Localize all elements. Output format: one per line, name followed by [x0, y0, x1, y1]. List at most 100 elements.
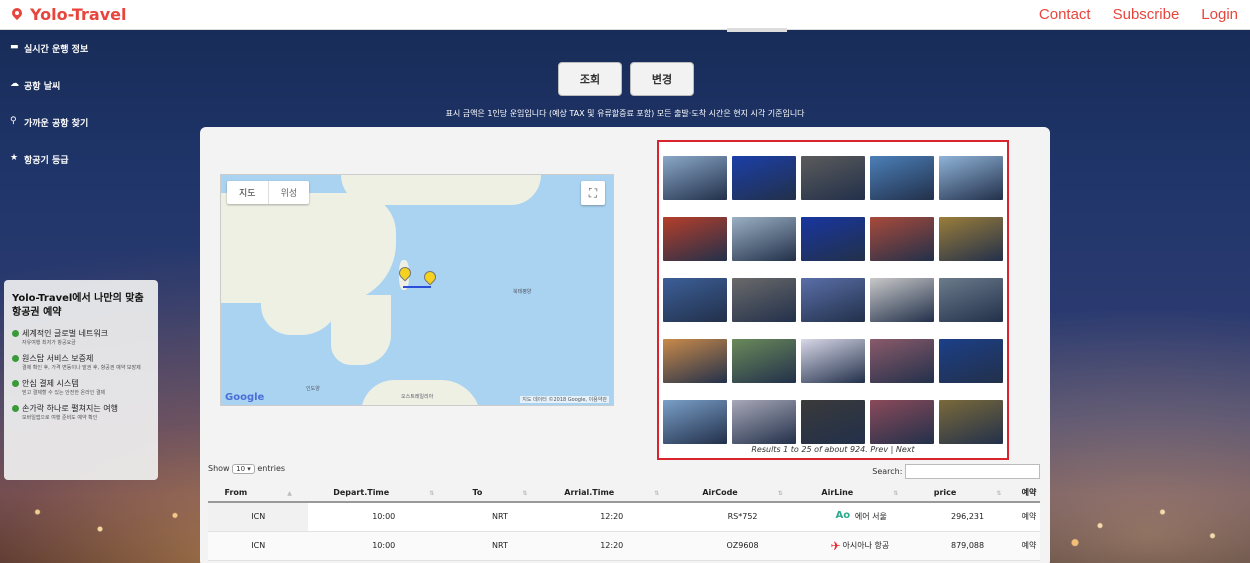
- airline-name: 아시아나 항공: [842, 541, 890, 550]
- search-input[interactable]: [905, 464, 1040, 479]
- promo-item-desc: 자유여행 최저가 항공요금: [22, 340, 76, 346]
- promo-item-desc: 모바일앱으로 여행 준비도 예약 확인: [22, 415, 98, 421]
- col-aircode[interactable]: AirCode ⇅: [682, 484, 803, 503]
- photo-thumbnail[interactable]: [870, 155, 934, 200]
- promo-item-title: 안심 결제 시스템: [22, 379, 79, 388]
- cell-arrive: 12:20: [540, 531, 683, 561]
- promo-item: 손가락 하나로 펼쳐지는 여행 모바일앱으로 여행 준비도 예약 확인: [12, 403, 150, 422]
- photo-thumbnail[interactable]: [663, 338, 727, 383]
- change-button[interactable]: 변경: [630, 62, 694, 96]
- table-row: ICN 10:00 NRT 12:20 OZ9608 ✈ 아시아나 항공 879,…: [208, 531, 1040, 561]
- cloud-icon: ☁: [10, 79, 19, 89]
- photo-thumbnail[interactable]: [870, 399, 934, 444]
- tab-satellite[interactable]: 위성: [267, 181, 310, 204]
- results-pagination[interactable]: Results 1 to 25 of about 924. Prev | Nex…: [659, 445, 1007, 454]
- cell-depart: 10:00: [308, 531, 460, 561]
- book-link[interactable]: 예약: [1017, 502, 1040, 532]
- photo-thumbnail[interactable]: [801, 338, 865, 383]
- photo-thumbnail[interactable]: [939, 338, 1003, 383]
- map-credit[interactable]: 지도 데이터 ©2018 Google, 이용약관: [520, 396, 609, 403]
- top-navbar: Yolo-Travel Contact Subscribe Login: [0, 0, 1250, 30]
- main-panel: 지도 위성 ⛶ 북태평양 인도양 오스트레일리아 Google 지도 데이터 ©…: [200, 127, 1050, 563]
- photo-thumbnail[interactable]: [870, 338, 934, 383]
- tab-map[interactable]: 지도: [227, 181, 268, 204]
- lookup-button[interactable]: 조회: [558, 62, 622, 96]
- photo-thumbnail[interactable]: [801, 277, 865, 322]
- photo-thumbnail[interactable]: [939, 216, 1003, 261]
- cell-aircode: OZ9608: [682, 531, 803, 561]
- side-menu-item-class[interactable]: ★ 항공기 등급: [10, 153, 190, 190]
- map-marker-icon[interactable]: [424, 271, 434, 284]
- col-label: Arrial.Time: [564, 488, 615, 497]
- check-icon: [12, 380, 19, 387]
- check-icon: [12, 355, 19, 362]
- promo-title: Yolo-Travel에서 나만의 맞춤 항공권 예약: [12, 293, 144, 318]
- map-land-southeast-asia: [331, 295, 391, 365]
- photo-thumbnail[interactable]: [801, 155, 865, 200]
- flight-map[interactable]: 지도 위성 ⛶ 북태평양 인도양 오스트레일리아 Google 지도 데이터 ©…: [220, 174, 614, 406]
- photo-thumbnail[interactable]: [801, 216, 865, 261]
- sort-icon: ⇅: [522, 490, 528, 497]
- brand-name: Yolo-Travel: [30, 5, 127, 24]
- cell-price: 879,088: [917, 531, 1018, 561]
- contact-link[interactable]: Contact: [1039, 6, 1091, 23]
- map-land-asia: [221, 193, 396, 303]
- map-pin-icon: [12, 8, 22, 22]
- brand-logo[interactable]: Yolo-Travel: [12, 5, 126, 24]
- photo-thumbnail[interactable]: [663, 216, 727, 261]
- map-land-india: [261, 295, 341, 335]
- map-type-tabs: 지도 위성: [227, 181, 310, 204]
- side-menu-item-live-flight[interactable]: ▬ 실시간 운행 정보: [10, 42, 190, 79]
- photo-thumbnail[interactable]: [663, 399, 727, 444]
- photo-thumbnail[interactable]: [732, 155, 796, 200]
- fullscreen-icon[interactable]: ⛶: [581, 181, 605, 205]
- col-from[interactable]: From ▲: [208, 484, 309, 503]
- subscribe-link[interactable]: Subscribe: [1113, 6, 1180, 23]
- promo-item-title: 세계적인 글로벌 네트워크: [22, 329, 109, 338]
- cell-to: NRT: [459, 531, 541, 561]
- photo-thumbnail[interactable]: [939, 277, 1003, 322]
- side-menu-label: 실시간 운행 정보: [24, 45, 89, 55]
- flight-table: From ▲ Depart.Time ⇅ To ⇅ Arrial.Time ⇅ AirC…: [208, 484, 1040, 561]
- photo-thumbnail[interactable]: [732, 399, 796, 444]
- asiana-logo-icon: ✈: [830, 538, 841, 553]
- photo-thumbnail[interactable]: [801, 399, 865, 444]
- promo-item-title: 손가락 하나로 펼쳐지는 여행: [22, 404, 118, 413]
- photo-thumbnail[interactable]: [870, 277, 934, 322]
- col-price[interactable]: price ⇅: [917, 484, 1018, 503]
- entries-label: entries: [257, 464, 286, 473]
- photo-thumbnail[interactable]: [732, 338, 796, 383]
- nav-links: Contact Subscribe Login: [1039, 6, 1238, 23]
- map-land-russia: [341, 175, 541, 205]
- promo-item-desc: 믿고 결제할 수 있는 안전한 온라인 결제: [22, 390, 106, 396]
- col-arrive[interactable]: Arrial.Time ⇅: [540, 484, 683, 503]
- entries-select[interactable]: 10 ▾: [232, 464, 255, 474]
- col-label: AirLine: [821, 488, 854, 497]
- photo-thumbnail[interactable]: [732, 216, 796, 261]
- action-buttons: 조회 변경: [558, 62, 694, 96]
- col-airline[interactable]: AirLine ⇅: [802, 484, 918, 503]
- photo-thumbnail[interactable]: [663, 277, 727, 322]
- side-menu-item-nearby-airport[interactable]: ⚲ 가까운 공항 찾기: [10, 116, 190, 153]
- login-link[interactable]: Login: [1201, 6, 1238, 23]
- side-menu-label: 공항 날씨: [24, 82, 61, 92]
- book-link[interactable]: 예약: [1017, 531, 1040, 561]
- map-label-pacific: 북태평양: [513, 289, 532, 295]
- col-depart[interactable]: Depart.Time ⇅: [308, 484, 460, 503]
- star-icon: ★: [10, 153, 19, 163]
- photo-grid: [663, 150, 1005, 449]
- map-marker-icon[interactable]: [399, 267, 409, 280]
- photo-thumbnail[interactable]: [939, 155, 1003, 200]
- cell-aircode: RS*752: [682, 502, 803, 532]
- sort-icon: ⇅: [654, 490, 660, 497]
- photo-thumbnail[interactable]: [870, 216, 934, 261]
- promo-item-desc: 결제 확인 후, 가격 변동이나 발권 후, 항공권 예약 보장제: [22, 365, 141, 371]
- map-label-australia: 오스트레일리아: [401, 394, 434, 400]
- col-booking: 예약: [1017, 484, 1040, 503]
- photo-thumbnail[interactable]: [732, 277, 796, 322]
- photo-thumbnail[interactable]: [663, 155, 727, 200]
- photo-thumbnail[interactable]: [939, 399, 1003, 444]
- col-to[interactable]: To ⇅: [459, 484, 541, 503]
- map-label-indian-ocean: 인도양: [306, 386, 320, 392]
- table-row: ICN 10:00 NRT 12:20 RS*752 Ao 에어 서울 296,2…: [208, 502, 1040, 532]
